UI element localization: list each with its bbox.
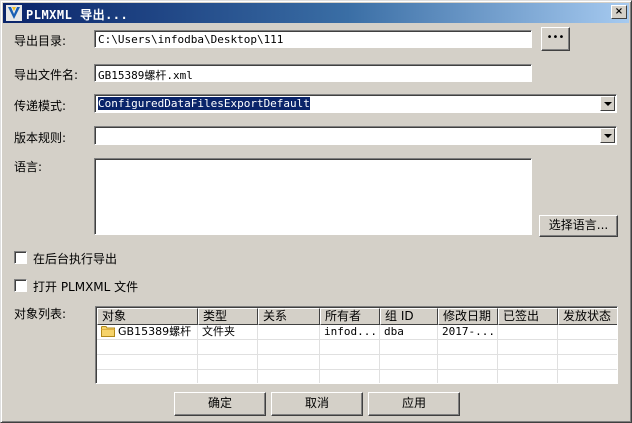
column-header[interactable]: 已签出 [498, 308, 558, 325]
transfer-mode-value: ConfiguredDataFilesExportDefault [98, 97, 310, 110]
transfer-mode-dropdown[interactable]: ConfiguredDataFilesExportDefault [94, 94, 617, 113]
group-id-cell: dba [380, 325, 438, 340]
chevron-down-icon[interactable] [600, 96, 615, 111]
ok-button[interactable]: 确定 [174, 392, 266, 416]
select-language-label: 选择语言... [548, 218, 609, 232]
background-export-label: 在后台执行导出 [33, 252, 118, 266]
column-header[interactable]: 修改日期 [438, 308, 498, 325]
background-export-checkbox[interactable] [14, 251, 27, 264]
cancel-button[interactable]: 取消 [271, 392, 363, 416]
table-row [97, 340, 617, 355]
object-cell: GB15389螺杆 [97, 325, 198, 340]
column-header[interactable]: 发放状态 [558, 308, 617, 325]
column-header[interactable]: 对象 [97, 308, 198, 325]
type-cell: 文件夹 [198, 325, 258, 340]
export-dir-value: C:\Users\infodba\Desktop\111 [98, 33, 284, 46]
transfer-mode-label: 传递模式: [14, 99, 67, 113]
table-row [97, 370, 617, 383]
modified-date-cell: 2017-... [438, 325, 498, 340]
folder-icon [101, 326, 115, 337]
title-bar[interactable]: PLMXML 导出... × [3, 3, 629, 23]
export-dir-label: 导出目录: [14, 34, 67, 48]
revision-rule-dropdown[interactable] [94, 126, 617, 145]
object-name: GB15389螺杆 [118, 325, 192, 338]
plmxml-export-dialog: PLMXML 导出... × 导出目录: C:\Users\infodba\De… [0, 0, 632, 423]
language-label: 语言: [14, 160, 43, 174]
close-button[interactable]: × [611, 5, 627, 19]
column-header[interactable]: 类型 [198, 308, 258, 325]
export-filename-value: GB15389螺杆.xml [98, 69, 193, 82]
object-list-label: 对象列表: [14, 307, 67, 321]
relation-cell [258, 325, 320, 340]
apply-button[interactable]: 应用 [368, 392, 460, 416]
checked-out-cell [498, 325, 558, 340]
release-status-cell [558, 325, 617, 340]
browse-button[interactable]: ••• [541, 27, 570, 51]
export-filename-input[interactable]: GB15389螺杆.xml [94, 64, 532, 82]
column-header[interactable]: 所有者 [320, 308, 380, 325]
table-row [97, 355, 617, 370]
language-textarea[interactable] [94, 158, 532, 235]
column-header[interactable]: 组 ID [380, 308, 438, 325]
window-title: PLMXML 导出... [26, 8, 129, 22]
open-plmxml-checkbox[interactable] [14, 279, 27, 292]
select-language-button[interactable]: 选择语言... [539, 215, 618, 237]
open-plmxml-label: 打开 PLMXML 文件 [33, 280, 139, 294]
app-icon [6, 5, 22, 21]
column-header[interactable]: 关系 [258, 308, 320, 325]
object-list-table[interactable]: 对象 类型 关系 所有者 组 ID 修改日期 已签出 发放状态 GB15389螺… [95, 306, 618, 384]
export-filename-label: 导出文件名: [14, 68, 79, 82]
revision-rule-label: 版本规则: [14, 131, 67, 145]
export-dir-input[interactable]: C:\Users\infodba\Desktop\111 [94, 30, 532, 48]
chevron-down-icon[interactable] [600, 128, 615, 143]
ellipsis-icon: ••• [546, 32, 565, 43]
owner-cell: infod... [320, 325, 380, 340]
table-row[interactable]: GB15389螺杆 文件夹 infod... dba 2017-... [97, 325, 617, 340]
